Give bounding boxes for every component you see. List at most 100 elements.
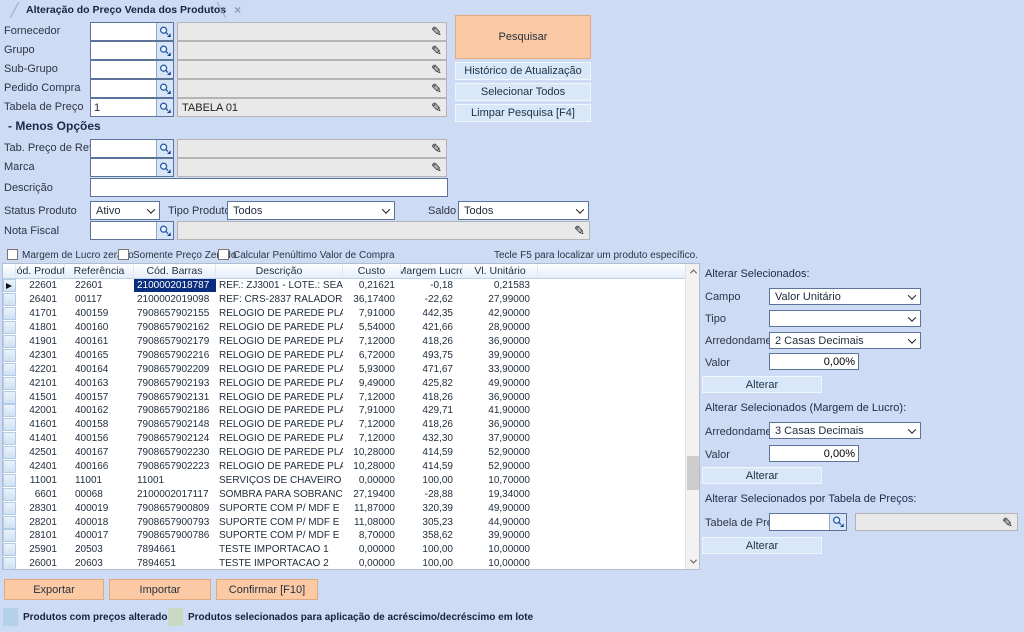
- cell[interactable]: 27,19400: [343, 488, 401, 501]
- cell[interactable]: RELOGIO DE PAREDE PLASTICO: [216, 363, 343, 376]
- cell[interactable]: RELOGIO DE PAREDE PLASTICO: [216, 391, 343, 404]
- cell[interactable]: 9,49000: [343, 377, 401, 390]
- marca-search-button[interactable]: [156, 159, 173, 176]
- cell[interactable]: 36,17400: [343, 293, 401, 306]
- fornecedor-code-input[interactable]: [91, 23, 156, 40]
- cell[interactable]: 10,28000: [343, 446, 401, 459]
- cell[interactable]: 400156: [65, 432, 134, 445]
- descricao-input[interactable]: [90, 178, 448, 197]
- scroll-down-button[interactable]: [686, 554, 700, 569]
- cell[interactable]: 28201: [16, 516, 65, 529]
- cell[interactable]: 7908657902186: [134, 404, 216, 417]
- cell[interactable]: RELOGIO DE PAREDE PLASTICO: [216, 446, 343, 459]
- cell[interactable]: 11001: [134, 474, 216, 487]
- pedido-compra-code-input[interactable]: [91, 80, 156, 97]
- cell[interactable]: 5,93000: [343, 363, 401, 376]
- cell[interactable]: 6601: [16, 488, 65, 501]
- table-row[interactable]: 415014001577908657902131RELOGIO DE PARED…: [3, 390, 685, 404]
- cell[interactable]: TESTE IMPORTACAO 1: [216, 543, 343, 556]
- cell[interactable]: 7908657902131: [134, 391, 216, 404]
- table-row[interactable]: 282014000187908657900793SUPORTE COM P/ M…: [3, 515, 685, 529]
- table-row[interactable]: 421014001637908657902193RELOGIO DE PARED…: [3, 376, 685, 390]
- table-row[interactable]: 414014001567908657902124RELOGIO DE PARED…: [3, 432, 685, 446]
- alterar-button-1[interactable]: Alterar: [702, 376, 822, 393]
- cell[interactable]: 5,54000: [343, 321, 401, 334]
- row-indicator[interactable]: [3, 293, 16, 306]
- cell[interactable]: 320,39: [401, 502, 463, 515]
- limpar-pesquisa-button[interactable]: Limpar Pesquisa [F4]: [455, 104, 591, 122]
- cell[interactable]: 41401: [16, 432, 65, 445]
- tab-preco-ref-search-button[interactable]: [156, 140, 173, 157]
- cell[interactable]: 400161: [65, 335, 134, 348]
- table-row[interactable]: 6601000682100002017117SOMBRA PARA SOBRAN…: [3, 487, 685, 501]
- cell[interactable]: SUPORTE COM P/ MDF E FERRO: [216, 516, 343, 529]
- cell[interactable]: 7908657900809: [134, 502, 216, 515]
- edit-pencil-icon[interactable]: ✎: [1002, 516, 1013, 529]
- column-header[interactable]: Vl. Unitário: [463, 264, 538, 278]
- tabela-preco-code-input[interactable]: [91, 99, 156, 116]
- cell[interactable]: 305,23: [401, 516, 463, 529]
- exportar-button[interactable]: Exportar: [4, 579, 104, 600]
- panel-tabela-preco-code-input[interactable]: [770, 514, 829, 530]
- cell[interactable]: 2100002018787: [134, 279, 216, 292]
- row-indicator[interactable]: [3, 349, 16, 362]
- cell[interactable]: 400158: [65, 418, 134, 431]
- cell[interactable]: 49,90000: [463, 502, 538, 515]
- cell[interactable]: 33,90000: [463, 363, 538, 376]
- cell[interactable]: 28301: [16, 502, 65, 515]
- cell[interactable]: 8,70000: [343, 529, 401, 542]
- cell[interactable]: RELOGIO DE PAREDE PLASTICO: [216, 404, 343, 417]
- table-row[interactable]: 22601226012100002018787REF.: ZJ3001 - LO…: [3, 279, 685, 293]
- row-indicator[interactable]: [3, 474, 16, 487]
- cell[interactable]: 36,90000: [463, 335, 538, 348]
- cell[interactable]: 7,12000: [343, 418, 401, 431]
- table-row[interactable]: 425014001677908657902230RELOGIO DE PARED…: [3, 446, 685, 460]
- cell[interactable]: 7,91000: [343, 307, 401, 320]
- column-header[interactable]: Descrição: [216, 264, 343, 278]
- cell[interactable]: 7894651: [134, 557, 216, 569]
- cell[interactable]: 418,26: [401, 335, 463, 348]
- edit-pencil-icon[interactable]: ✎: [431, 44, 442, 57]
- cell[interactable]: 00068: [65, 488, 134, 501]
- cell[interactable]: 0,00000: [343, 543, 401, 556]
- cell[interactable]: 6,72000: [343, 349, 401, 362]
- table-row[interactable]: 283014000197908657900809SUPORTE COM P/ M…: [3, 501, 685, 515]
- cell[interactable]: 2100002019098: [134, 293, 216, 306]
- cell[interactable]: 11001: [16, 474, 65, 487]
- cell[interactable]: RELOGIO DE PAREDE PLASTICO: [216, 335, 343, 348]
- row-indicator[interactable]: [3, 307, 16, 320]
- cell[interactable]: SUPORTE COM P/ MDF E FERRO: [216, 529, 343, 542]
- cell[interactable]: 42001: [16, 404, 65, 417]
- pesquisar-button[interactable]: Pesquisar: [455, 15, 591, 59]
- cell[interactable]: 7,91000: [343, 404, 401, 417]
- edit-pencil-icon[interactable]: ✎: [431, 63, 442, 76]
- cell[interactable]: 432,30: [401, 432, 463, 445]
- cell[interactable]: 400019: [65, 502, 134, 515]
- row-indicator[interactable]: [3, 363, 16, 376]
- pedido-compra-search-button[interactable]: [156, 80, 173, 97]
- cell[interactable]: 7908657902230: [134, 446, 216, 459]
- edit-pencil-icon[interactable]: ✎: [431, 161, 442, 174]
- column-header[interactable]: Cód. Produto: [16, 264, 65, 278]
- cell[interactable]: 0,21621: [343, 279, 401, 292]
- table-row[interactable]: 420014001627908657902186RELOGIO DE PARED…: [3, 404, 685, 418]
- table-row[interactable]: 26401001172100002019098REF: CRS-2837 RAL…: [3, 293, 685, 307]
- fornecedor-search-button[interactable]: [156, 23, 173, 40]
- cell[interactable]: 49,90000: [463, 377, 538, 390]
- edit-pencil-icon[interactable]: ✎: [431, 101, 442, 114]
- row-indicator[interactable]: [3, 432, 16, 445]
- cell[interactable]: RELOGIO DE PAREDE PLASTICO: [216, 377, 343, 390]
- table-row[interactable]: 26001206037894651TESTE IMPORTACAO 20,000…: [3, 557, 685, 569]
- cell[interactable]: 7,12000: [343, 432, 401, 445]
- cell[interactable]: 10,00000: [463, 543, 538, 556]
- grupo-code-input[interactable]: [91, 42, 156, 59]
- cell[interactable]: 7908657902216: [134, 349, 216, 362]
- cell[interactable]: 429,71: [401, 404, 463, 417]
- row-indicator[interactable]: [3, 321, 16, 334]
- cell[interactable]: SERVIÇOS DE CHAVEIRO: [216, 474, 343, 487]
- column-header[interactable]: Cód. Barras: [134, 264, 216, 278]
- menos-opcoes-header[interactable]: - Menos Opções: [8, 119, 101, 133]
- cell[interactable]: 100,00: [401, 557, 463, 569]
- row-indicator[interactable]: [3, 543, 16, 556]
- cell[interactable]: 41501: [16, 391, 65, 404]
